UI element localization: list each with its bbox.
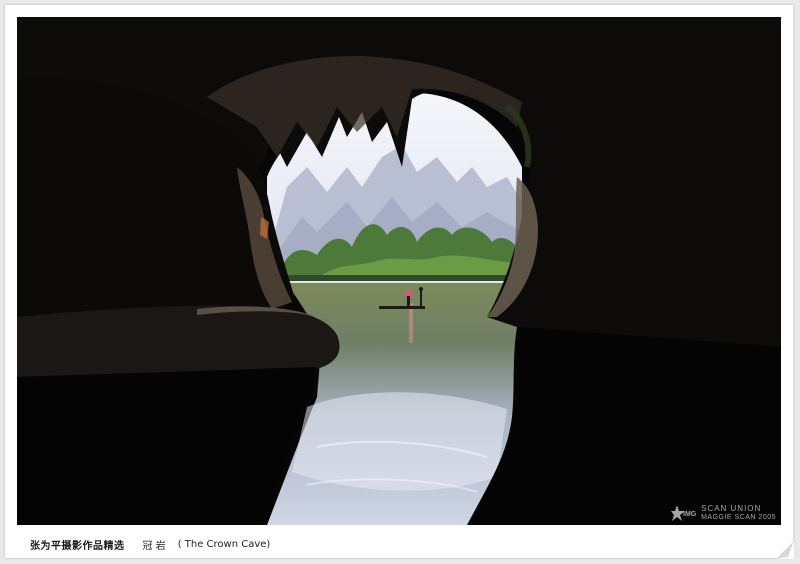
watermark-line2: MAGGIE SCAN 2005 (701, 514, 776, 521)
photo-title-cn: 冠 岩 (142, 540, 166, 552)
series-title: 张为平摄影作品精选 (30, 540, 125, 552)
watermark-line1: SCAN UNION (701, 504, 762, 513)
photo-title-en: ( The Crown Cave) (177, 538, 271, 550)
page-curl-icon (776, 541, 794, 559)
star-logo-icon: IMG (671, 505, 697, 521)
scan-union-watermark: IMG SCAN UNION MAGGIE SCAN 2005 (671, 504, 776, 522)
svg-text:IMG: IMG (683, 511, 697, 518)
cave-photo (17, 17, 781, 525)
cave-scene (17, 17, 781, 525)
caption-bar: 张为平摄影作品精选 冠 岩 ( The Crown Cave) (30, 536, 270, 552)
